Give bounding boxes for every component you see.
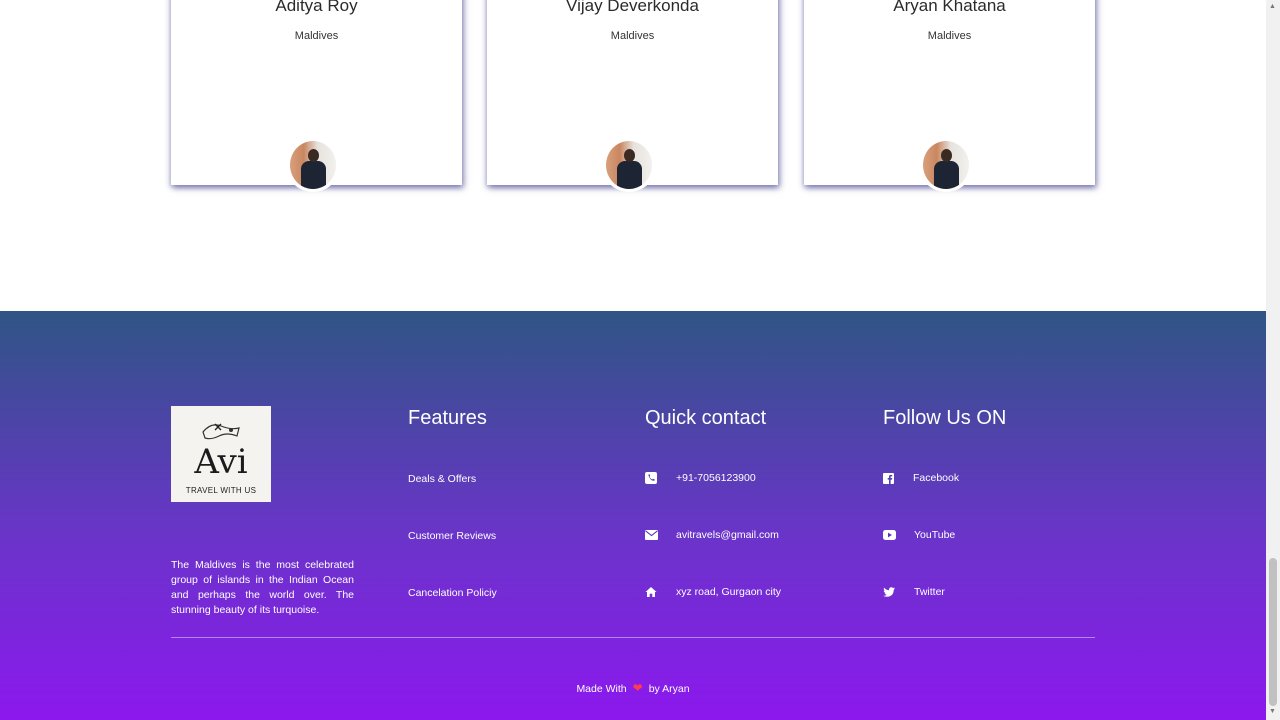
logo-subtitle: TRAVEL WITH US xyxy=(185,486,257,495)
testimonial-card: Aryan Khatana Maldives xyxy=(804,0,1095,192)
contact-address: xyz road, Gurgaon city xyxy=(645,586,781,598)
avatar xyxy=(919,138,973,192)
social-youtube[interactable]: YouTube xyxy=(883,529,955,541)
logo-title: Avi xyxy=(194,442,248,482)
footer-credit: Made With ❤ by Aryan xyxy=(0,681,1266,695)
quick-contact-title: Quick contact xyxy=(645,407,767,429)
avatar xyxy=(602,138,656,192)
twitter-icon xyxy=(883,587,895,597)
credit-prefix: Made With xyxy=(576,683,627,695)
social-twitter-label: Twitter xyxy=(914,586,945,598)
link-cancelation-policy[interactable]: Cancelation Policiy xyxy=(408,587,497,599)
social-facebook[interactable]: Facebook xyxy=(883,472,959,484)
contact-email-text: avitravels@gmail.com xyxy=(676,529,779,541)
contact-email[interactable]: avitravels@gmail.com xyxy=(645,529,779,541)
phone-icon xyxy=(645,472,657,484)
footer: Avi TRAVEL WITH US The Maldives is the m… xyxy=(0,311,1266,720)
page: Aditya Roy Maldives Vijay Deverkonda Mal… xyxy=(0,0,1266,720)
logo[interactable]: Avi TRAVEL WITH US xyxy=(171,406,271,502)
contact-phone[interactable]: +91-7056123900 xyxy=(645,472,756,484)
scroll-up-icon[interactable]: ▲ xyxy=(1269,3,1276,10)
facebook-icon xyxy=(883,472,894,484)
footer-divider xyxy=(171,637,1095,638)
link-deals-offers[interactable]: Deals & Offers xyxy=(408,473,476,485)
social-facebook-label: Facebook xyxy=(913,472,960,484)
testimonial-name: Aditya Roy xyxy=(275,0,358,15)
testimonial-location: Maldives xyxy=(610,30,655,42)
avatar xyxy=(286,138,340,192)
social-youtube-label: YouTube xyxy=(914,529,956,541)
social-twitter[interactable]: Twitter xyxy=(883,586,945,598)
link-customer-reviews[interactable]: Customer Reviews xyxy=(408,530,496,542)
testimonial-location: Maldives xyxy=(294,30,339,42)
youtube-icon xyxy=(883,530,896,540)
map-icon xyxy=(202,423,240,440)
features-title: Features xyxy=(408,407,487,429)
testimonial-card: Vijay Deverkonda Maldives xyxy=(487,0,778,192)
contact-phone-text: +91-7056123900 xyxy=(676,472,756,484)
testimonial-name: Vijay Deverkonda xyxy=(566,0,699,15)
home-icon xyxy=(645,587,657,597)
heart-icon: ❤ xyxy=(632,681,643,695)
about-text: The Maldives is the most celebrated grou… xyxy=(171,559,354,616)
testimonial-card: Aditya Roy Maldives xyxy=(171,0,462,192)
credit-suffix: by Aryan xyxy=(648,683,690,695)
testimonial-location: Maldives xyxy=(927,30,972,42)
scrollbar[interactable]: ▲ ▼ xyxy=(1266,0,1280,720)
envelope-icon xyxy=(645,530,658,540)
contact-address-text: xyz road, Gurgaon city xyxy=(676,586,782,598)
testimonial-name: Aryan Khatana xyxy=(893,0,1006,15)
scroll-down-icon[interactable]: ▼ xyxy=(1269,708,1276,715)
follow-title: Follow Us ON xyxy=(883,407,1007,429)
scrollbar-thumb[interactable] xyxy=(1269,558,1277,706)
